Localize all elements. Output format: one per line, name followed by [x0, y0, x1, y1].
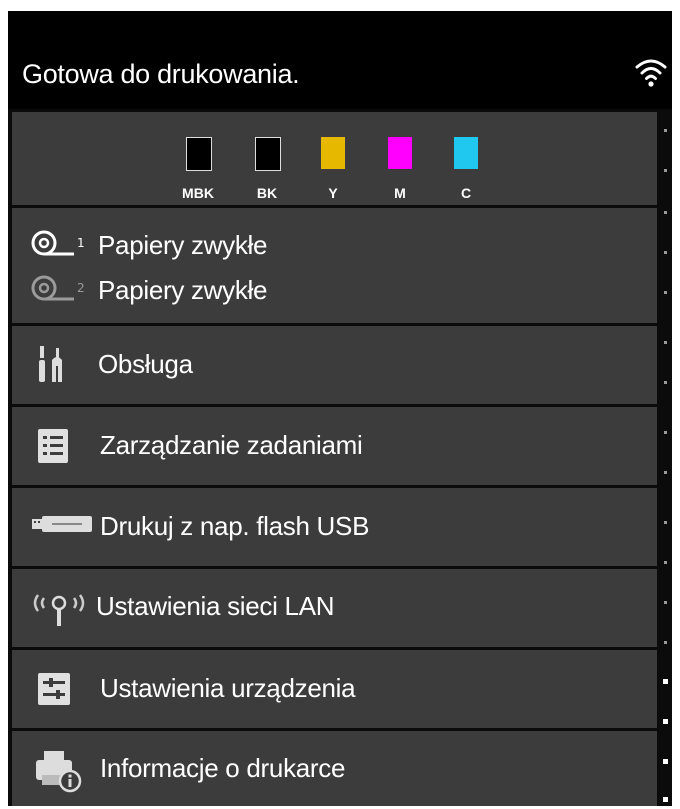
usb-flash-icon: [32, 516, 92, 532]
scroll-dot: [664, 169, 667, 172]
menu-item-device-settings-label: Ustawienia urządzenia: [100, 673, 356, 703]
ink-tank-mbk: [186, 137, 212, 171]
paper-roll-1-label: Papiery zwykłe: [98, 230, 268, 260]
ink-label-y: Y: [328, 185, 338, 201]
scroll-dot: [664, 431, 667, 434]
scroll-dot: [664, 601, 667, 604]
menu-item-lan-settings-label: Ustawienia sieci LAN: [96, 591, 335, 621]
scroll-dot: [664, 291, 667, 294]
scroll-dot: [664, 251, 667, 254]
device-settings-icon: [38, 673, 70, 705]
scroll-dot: [664, 129, 667, 132]
menu-item-printer-info-label: Informacje o drukarce: [100, 753, 346, 783]
scroll-dot-active: [663, 719, 668, 724]
job-list-icon: [38, 429, 68, 463]
ink-tank-y: [321, 137, 345, 169]
maintenance-icon: [39, 346, 62, 382]
menu-item-job-management-label: Zarządzanie zadaniami: [100, 430, 363, 460]
scroll-dot: [664, 211, 667, 214]
ink-label-mbk: MBK: [182, 185, 214, 201]
scroll-dot-active: [663, 759, 668, 764]
paper-roll-1-icon: 1: [31, 230, 85, 256]
scrollbar[interactable]: [660, 109, 672, 806]
ink-tank-bk: [255, 137, 281, 171]
scroll-dot: [664, 471, 667, 474]
scroll-dot-active: [663, 797, 668, 802]
menu-item-maintenance-label: Obsługa: [98, 349, 193, 379]
svg-text:2: 2: [77, 281, 85, 295]
ink-label-bk: BK: [256, 185, 278, 201]
status-text: Gotowa do drukowania.: [22, 59, 300, 89]
printer-control-panel: Gotowa do drukowania. MBK BK Y M C 1 Pap…: [8, 11, 672, 806]
menu-item-usb-print-label: Drukuj z nap. flash USB: [100, 511, 370, 541]
printer-info-icon: [36, 751, 82, 793]
scroll-dot: [664, 641, 667, 644]
ink-label-c: C: [460, 185, 472, 201]
paper-roll-2-label: Papiery zwykłe: [98, 275, 268, 305]
scroll-dot: [664, 381, 667, 384]
scroll-dot: [664, 521, 667, 524]
ink-label-m: M: [394, 185, 406, 201]
lan-antenna-icon: [33, 594, 85, 626]
paper-roll-2-icon: 2: [31, 275, 85, 301]
ink-tank-c: [454, 137, 478, 169]
scroll-dot-active: [663, 679, 668, 684]
scroll-dot: [664, 341, 667, 344]
ink-tank-m: [388, 137, 412, 169]
svg-text:1: 1: [77, 236, 85, 250]
wifi-icon[interactable]: [634, 55, 668, 89]
status-bar: Gotowa do drukowania.: [8, 11, 672, 109]
scroll-dot: [664, 561, 667, 564]
